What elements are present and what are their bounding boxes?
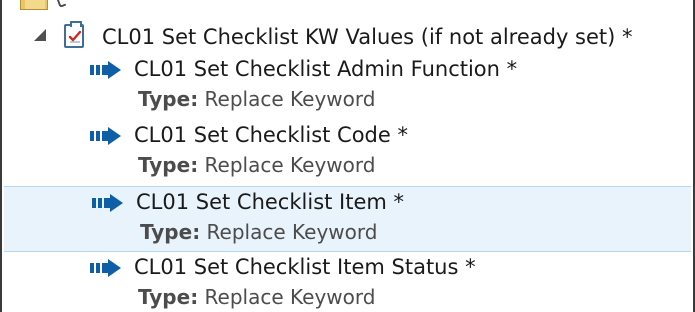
node-type: Type: Replace Keyword bbox=[138, 285, 375, 309]
type-label: Type: bbox=[138, 87, 199, 111]
node-type: Type: Replace Keyword bbox=[138, 153, 375, 177]
type-value: Replace Keyword bbox=[206, 220, 378, 244]
type-value: Replace Keyword bbox=[204, 87, 376, 111]
type-label: Type: bbox=[140, 220, 201, 244]
action-arrow-icon bbox=[90, 127, 121, 145]
child-node-label: CL01 Set Checklist Item Status * bbox=[134, 255, 476, 279]
child-node-label: CL01 Set Checklist Item * bbox=[136, 190, 405, 214]
type-label: Type: bbox=[138, 285, 199, 309]
tree-node-child[interactable]: CL01 Set Checklist Admin Function * Type… bbox=[2, 54, 693, 120]
checklist-clipboard-icon bbox=[64, 21, 84, 48]
action-arrow-icon bbox=[92, 194, 123, 212]
tree-node-child[interactable]: CL01 Set Checklist Code * Type: Replace … bbox=[2, 120, 693, 186]
parent-node-label: CL01 Set Checklist KW Values (if not alr… bbox=[102, 25, 633, 49]
folder-icon bbox=[20, 0, 48, 10]
child-node-label: CL01 Set Checklist Code * bbox=[134, 123, 408, 147]
action-arrow-icon bbox=[90, 61, 121, 79]
child-node-label: CL01 Set Checklist Admin Function * bbox=[134, 57, 518, 81]
tree-node-child-selected[interactable]: CL01 Set Checklist Item * Type: Replace … bbox=[4, 186, 691, 252]
type-label: Type: bbox=[138, 153, 199, 177]
action-arrow-icon bbox=[90, 259, 121, 277]
workflow-tree-panel: CL01 Set Checklist KW Values (if not alr… bbox=[0, 0, 695, 312]
checkmark-icon bbox=[56, 0, 67, 8]
node-type: Type: Replace Keyword bbox=[138, 87, 375, 111]
type-value: Replace Keyword bbox=[204, 285, 376, 309]
tree-node-child[interactable]: CL01 Set Checklist Item Status * Type: R… bbox=[2, 252, 693, 312]
tree-node-parent[interactable]: CL01 Set Checklist KW Values (if not alr… bbox=[2, 20, 693, 54]
node-type: Type: Replace Keyword bbox=[140, 220, 377, 244]
type-value: Replace Keyword bbox=[204, 153, 376, 177]
collapse-triangle-icon[interactable] bbox=[34, 29, 46, 41]
